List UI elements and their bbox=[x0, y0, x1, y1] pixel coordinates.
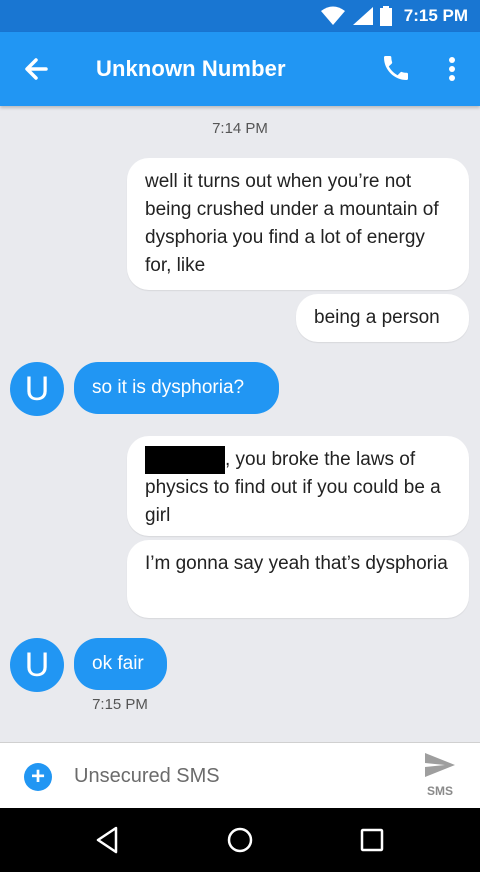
status-time: 7:15 PM bbox=[403, 6, 468, 25]
send-icon bbox=[425, 753, 455, 777]
attach-button[interactable]: + bbox=[24, 763, 52, 791]
overflow-menu-button[interactable] bbox=[438, 52, 466, 86]
back-arrow-icon bbox=[25, 58, 48, 80]
send-button[interactable]: SMS bbox=[412, 751, 468, 803]
redaction-block bbox=[145, 446, 225, 474]
app-bar: Unknown Number bbox=[0, 32, 480, 106]
back-button[interactable] bbox=[20, 52, 54, 86]
incoming-message[interactable]: ok fair bbox=[74, 638, 167, 690]
message-list[interactable]: 7:14 PM well it turns out when you’re no… bbox=[0, 106, 480, 742]
phone-icon bbox=[384, 56, 408, 80]
send-label: SMS bbox=[426, 784, 453, 798]
message-text: well it turns out when you’re not being … bbox=[145, 171, 439, 276]
outgoing-message[interactable]: being a person bbox=[296, 294, 469, 342]
status-bar: 7:15 PM bbox=[0, 0, 480, 32]
more-vert-icon bbox=[449, 57, 455, 81]
message-timestamp: 7:15 PM bbox=[92, 696, 148, 713]
message-timestamp: 7:14 PM bbox=[212, 120, 268, 137]
outgoing-message[interactable]: I’m gonna say yeah that’s dysphoria bbox=[127, 540, 469, 618]
message-text: I’m gonna say yeah that’s dysphoria bbox=[145, 553, 448, 574]
status-icons: 7:15 PM bbox=[320, 0, 468, 32]
message-text: ok fair bbox=[92, 653, 144, 674]
nav-recents-button[interactable] bbox=[356, 824, 388, 856]
battery-icon bbox=[379, 6, 392, 26]
nav-home-button[interactable] bbox=[224, 824, 256, 856]
add-icon: + bbox=[30, 763, 45, 790]
nav-back-icon bbox=[96, 826, 118, 854]
message-input[interactable] bbox=[74, 761, 374, 791]
message-text: so it is dysphoria? bbox=[92, 377, 245, 398]
contact-avatar[interactable]: U bbox=[10, 362, 64, 416]
nav-recents-icon bbox=[360, 828, 384, 852]
conversation-title: Unknown Number bbox=[96, 56, 286, 81]
contact-avatar[interactable]: U bbox=[10, 638, 64, 692]
outgoing-message[interactable]: , you broke the laws of physics to find … bbox=[127, 436, 469, 536]
nav-home-icon bbox=[227, 827, 253, 853]
message-composer: + SMS bbox=[0, 742, 480, 808]
call-button[interactable] bbox=[380, 52, 412, 84]
message-text: being a person bbox=[314, 307, 440, 328]
outgoing-message[interactable]: well it turns out when you’re not being … bbox=[127, 158, 469, 290]
wifi-icon bbox=[320, 6, 345, 25]
system-nav-bar bbox=[0, 808, 480, 872]
signal-icon bbox=[352, 7, 373, 25]
nav-back-button[interactable] bbox=[92, 824, 124, 856]
incoming-message[interactable]: so it is dysphoria? bbox=[74, 362, 279, 414]
